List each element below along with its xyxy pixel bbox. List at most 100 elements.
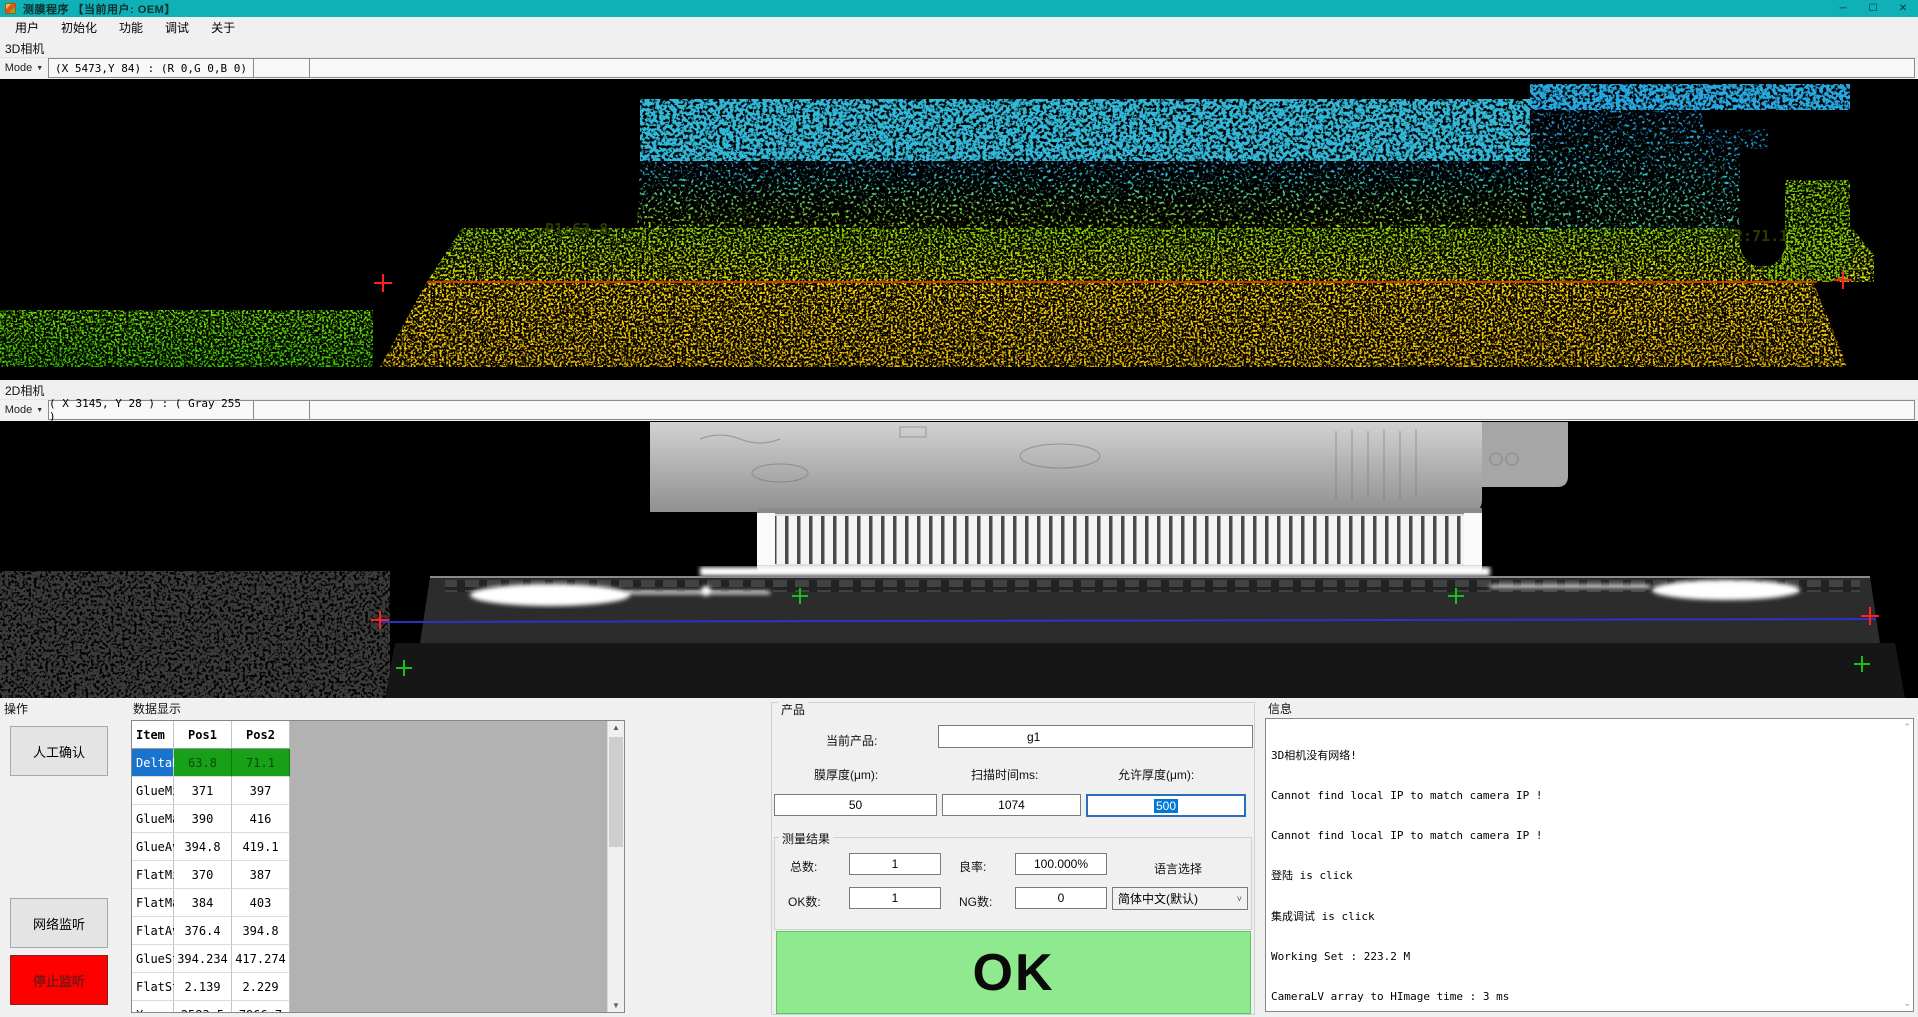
camera2d-pixel-status: ( X 3145, Y 28 ) : ( Gray 255 ) — [48, 400, 254, 420]
allow-thickness-input[interactable]: 500 — [1086, 794, 1246, 817]
camera2d-status-bar — [310, 400, 1915, 420]
manual-confirm-button[interactable]: 人工确认 — [10, 726, 108, 776]
camera3d-section-label: 3D相机 — [5, 40, 44, 57]
language-select-dropdown[interactable]: 简体中文(默认) ˅ — [1112, 887, 1248, 910]
camera2d-grayscale-image — [0, 421, 1918, 698]
camera3d-mode-bar: Mode ▼ (X 5473,Y 84) : (R 0,G 0,B 0) — [0, 57, 1918, 78]
camera3d-pixel-status: (X 5473,Y 84) : (R 0,G 0,B 0) — [48, 58, 254, 78]
title-bar: 测膜程序 【当前用户: OEM】 ─ ☐ ✕ — [0, 0, 1918, 17]
measurement-table: Item Pos1 Pos2 DeltaH 63.8 71.1 GlueMin … — [131, 720, 625, 1013]
menu-about[interactable]: 关于 — [200, 17, 246, 38]
window-controls: ─ ☐ ✕ — [1828, 0, 1918, 17]
camera2d-status-spacer — [254, 400, 310, 420]
app-icon — [5, 3, 16, 14]
p2-measurement-annotation: P2:71.1 — [1725, 227, 1788, 245]
col-header-item[interactable]: Item — [132, 721, 174, 749]
info-panel: 信息 3D相机没有网络! Cannot find local IP to mat… — [1262, 700, 1917, 1015]
yield-input[interactable]: 100.000% — [1015, 853, 1107, 875]
ok-count-input[interactable]: 1 — [849, 887, 941, 909]
close-icon[interactable]: ✕ — [1888, 0, 1918, 17]
result-status-banner: OK — [776, 931, 1251, 1014]
connector-glow — [700, 567, 1490, 576]
log-line: 3D相机没有网络! — [1271, 749, 1908, 762]
table-row-flatmax[interactable]: FlatMax 384 403 — [132, 889, 624, 917]
menu-init[interactable]: 初始化 — [50, 17, 108, 38]
table-row-gluemin[interactable]: GlueMin 371 397 — [132, 777, 624, 805]
menu-user[interactable]: 用户 — [4, 17, 50, 38]
col-header-pos2[interactable]: Pos2 — [232, 721, 290, 749]
network-listen-button[interactable]: 网络监听 — [10, 898, 108, 948]
table-row-flatstd[interactable]: FlatStd 2.139 2.229 — [132, 973, 624, 1001]
minimize-icon[interactable]: ─ — [1828, 0, 1858, 17]
data-display-panel: 数据显示 Item Pos1 Pos2 DeltaH 63.8 71.1 Glu… — [129, 700, 627, 1015]
bottom-panel: 操作 人工确认 网络监听 停止监听 数据显示 Item Pos1 Pos2 De… — [0, 698, 1918, 1017]
scan-time-label: 扫描时间ms: — [971, 766, 1038, 783]
log-line: Cannot find local IP to match camera IP … — [1271, 789, 1908, 802]
log-line: CameraLV array to HImage time : 3 ms — [1271, 990, 1908, 1003]
part-mid-green — [427, 228, 1874, 282]
ng-count-label: NG数: — [959, 893, 992, 910]
scroll-down-icon[interactable]: ⌄ — [1903, 998, 1911, 1009]
current-product-label: 当前产品: — [826, 732, 877, 749]
chevron-down-icon: ▼ — [36, 65, 43, 72]
film-thickness-input[interactable]: 50 — [774, 794, 937, 816]
film-thickness-label: 膜厚度(μm): — [814, 766, 878, 783]
log-line: Working Set : 223.2 M — [1271, 950, 1908, 963]
connector-top-edge — [757, 508, 1482, 514]
scroll-up-icon[interactable]: ⌃ — [1903, 722, 1911, 733]
red-cross-marker-left — [374, 274, 392, 292]
language-select-label: 语言选择 — [1154, 860, 1202, 877]
log-output[interactable]: 3D相机没有网络! Cannot find local IP to match … — [1265, 718, 1914, 1012]
measurement-result-label: 测量结果 — [779, 830, 833, 847]
notch-dark — [1740, 149, 1785, 267]
table-row-gluestd[interactable]: GlueStd 394.234 417.274 — [132, 945, 624, 973]
total-input[interactable]: 1 — [849, 853, 941, 875]
measurement-result-group: 测量结果 总数: 1 良率: 100.000% 语言选择 OK数: 1 NG数:… — [774, 837, 1252, 930]
log-line: Cannot find local IP to match camera IP … — [1271, 829, 1908, 842]
chevron-down-icon: ▼ — [36, 407, 43, 414]
scroll-up-icon[interactable]: ▲ — [608, 723, 624, 732]
allow-thickness-label: 允许厚度(μm): — [1118, 766, 1194, 783]
ok-count-label: OK数: — [788, 893, 821, 910]
chevron-down-icon: ˅ — [1237, 894, 1242, 904]
right-block-a — [1531, 108, 1703, 230]
base-lower — [385, 643, 1905, 698]
camera3d-status-spacer — [254, 58, 310, 78]
product-panel: 产品 当前产品: g1 膜厚度(μm): 扫描时间ms: 允许厚度(μm): 5… — [771, 702, 1255, 1015]
part-upper-cyan — [637, 161, 1528, 230]
left-green-strip — [0, 310, 373, 367]
p1-measurement-annotation: P1:63.8 — [545, 220, 608, 238]
total-label: 总数: — [790, 858, 817, 875]
part-base-yellow — [380, 282, 1848, 367]
camera3d-mode-dropdown[interactable]: Mode ▼ — [0, 58, 48, 78]
maximize-icon[interactable]: ☐ — [1858, 0, 1888, 17]
camera3d-heightmap-image: P1:63.8 P2:71.1 — [0, 79, 1918, 380]
current-product-input[interactable]: g1 — [938, 725, 1253, 748]
col-header-pos1[interactable]: Pos1 — [174, 721, 232, 749]
selected-text: 500 — [1154, 799, 1178, 813]
sparse-points-top — [640, 99, 1530, 161]
menu-debug[interactable]: 调试 — [154, 17, 200, 38]
ng-count-input[interactable]: 0 — [1015, 887, 1107, 909]
scan-time-input[interactable]: 1074 — [942, 794, 1081, 816]
table-header-row: Item Pos1 Pos2 — [132, 721, 624, 749]
scrollbar-thumb[interactable] — [609, 737, 623, 847]
connector-left-cap — [757, 513, 775, 565]
product-panel-label: 产品 — [778, 701, 808, 718]
table-row-gluemax[interactable]: GlueMax 390 416 — [132, 805, 624, 833]
camera2d-mode-dropdown[interactable]: Mode ▼ — [0, 400, 48, 420]
table-row-glueavg[interactable]: GlueAvg 394.8 419.1 — [132, 833, 624, 861]
menu-function[interactable]: 功能 — [108, 17, 154, 38]
sparse-points-right — [1530, 84, 1850, 110]
window-title: 测膜程序 【当前用户: OEM】 — [23, 1, 176, 17]
camera3d-status-bar — [310, 58, 1915, 78]
table-row-x[interactable]: X 2583.5 7966.7 — [132, 1001, 624, 1013]
table-scrollbar[interactable]: ▲ ▼ — [607, 721, 624, 1012]
table-row-flatavg[interactable]: FlatAvg 376.4 394.8 — [132, 917, 624, 945]
pcb-board — [650, 422, 1482, 512]
scroll-down-icon[interactable]: ▼ — [608, 1001, 624, 1010]
table-row-deltah[interactable]: DeltaH 63.8 71.1 — [132, 749, 624, 777]
stop-listen-button[interactable]: 停止监听 — [10, 955, 108, 1005]
table-row-flatmin[interactable]: FlatMin 370 387 — [132, 861, 624, 889]
background-texture — [0, 571, 390, 698]
